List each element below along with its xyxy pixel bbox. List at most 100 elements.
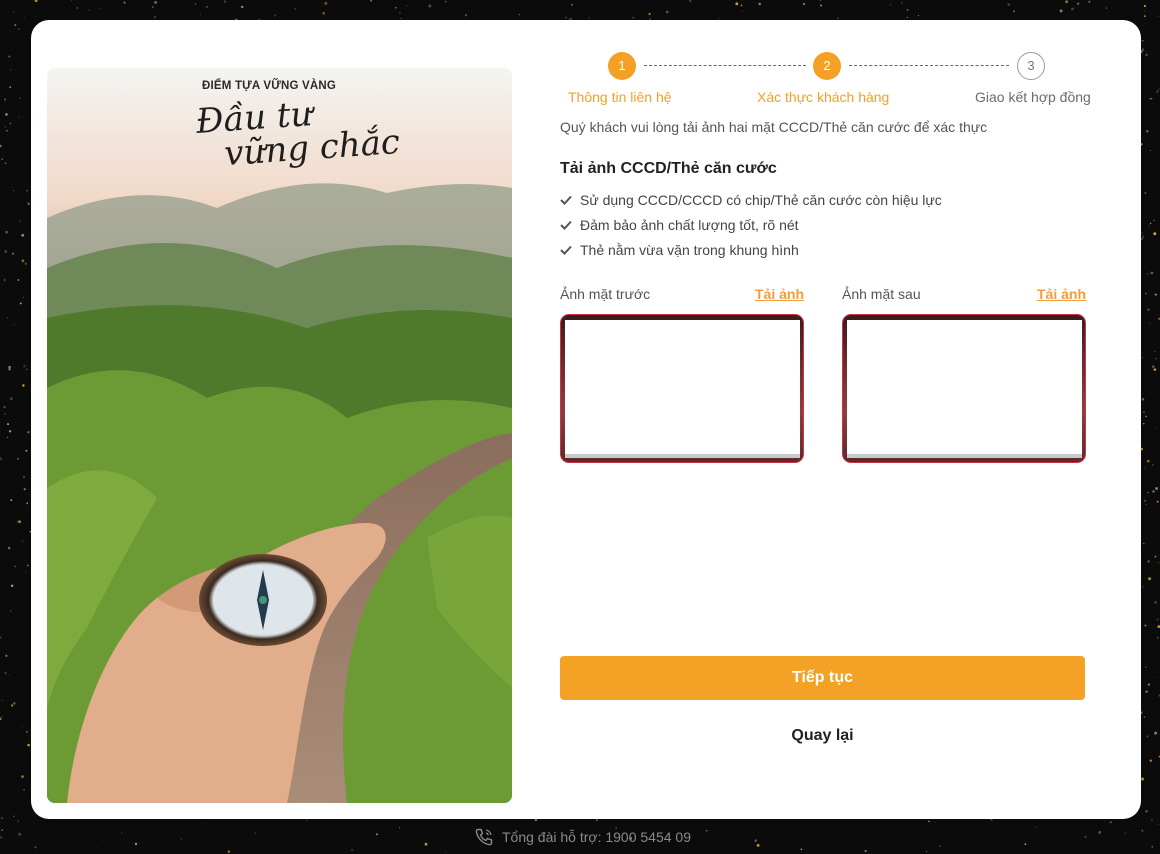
- sparkle: [0, 717, 2, 721]
- sparkle: [26, 502, 29, 505]
- sparkle: [906, 9, 909, 11]
- sparkle: [758, 2, 761, 6]
- sparkle: [6, 317, 9, 319]
- sparkle: [21, 775, 24, 778]
- requirement-text: Thẻ nằm vừa vặn trong khung hình: [580, 242, 799, 258]
- sparkle: [2, 155, 4, 157]
- sparkle: [99, 7, 101, 9]
- sparkle: [918, 14, 920, 17]
- sparkle: [4, 671, 8, 675]
- sparkle: [1152, 219, 1155, 222]
- sparkle: [26, 731, 28, 733]
- sparkle: [588, 16, 590, 19]
- sparkle: [8, 674, 10, 676]
- step-connector: [849, 65, 1009, 66]
- sparkle: [4, 98, 6, 101]
- sparkle: [1145, 292, 1147, 295]
- sparkle: [17, 279, 20, 281]
- sparkle: [1144, 15, 1146, 17]
- front-image-frame[interactable]: [560, 314, 804, 463]
- sparkle: [518, 13, 521, 16]
- sparkle: [1157, 637, 1159, 639]
- sparkle: [375, 833, 378, 836]
- sparkle: [9, 122, 12, 125]
- sparkle: [925, 850, 928, 853]
- sparkle: [565, 16, 568, 19]
- sparkle: [1143, 423, 1145, 425]
- sparkle: [1149, 97, 1152, 100]
- sparkle: [1152, 490, 1155, 493]
- sparkle: [4, 250, 8, 253]
- sparkle: [1147, 273, 1149, 275]
- sparkle: [1149, 196, 1151, 198]
- sparkle: [595, 819, 598, 822]
- sparkle: [927, 820, 930, 823]
- sparkle: [398, 827, 401, 829]
- sparkle: [13, 190, 14, 192]
- sparkle: [120, 832, 123, 834]
- list-item: Đảm bảo ảnh chất lượng tốt, rõ nét: [560, 215, 942, 240]
- sparkle: [802, 2, 806, 6]
- sparkle: [351, 848, 354, 852]
- step-1-label: Thông tin liên hệ: [568, 89, 672, 105]
- requirements-list: Sử dụng CCCD/CCCD có chip/Thẻ căn cước c…: [560, 190, 942, 265]
- sparkle: [889, 3, 892, 6]
- sparkle: [800, 848, 803, 851]
- sparkle: [445, 1, 447, 3]
- sparkle: [10, 704, 14, 707]
- sparkle: [23, 488, 26, 491]
- section-title: Tải ảnh CCCD/Thẻ căn cước: [560, 160, 777, 177]
- stepper: 1 2 3 Thông tin liên hệ Xác thực khách h…: [560, 52, 1100, 112]
- sparkle: [8, 430, 12, 433]
- sparkle: [1150, 222, 1152, 225]
- sparkle: [1146, 735, 1149, 738]
- sparkle: [1143, 4, 1147, 8]
- sparkle: [1151, 365, 1155, 369]
- sparkle: [1148, 577, 1151, 581]
- sparkle: [4, 162, 7, 165]
- sparkle: [1148, 224, 1150, 227]
- back-upload-link[interactable]: Tải ảnh: [1037, 286, 1086, 302]
- hero-kicker: ĐIỂM TỰA VỮNG VÀNG: [202, 80, 337, 92]
- step-2-label: Xác thực khách hàng: [757, 89, 890, 105]
- sparkle: [1154, 601, 1157, 604]
- sparkle: [1143, 499, 1147, 502]
- sparkle: [864, 849, 867, 853]
- back-image-frame[interactable]: [842, 314, 1086, 463]
- step-2-indicator: 2: [813, 52, 841, 80]
- sparkle: [1109, 820, 1113, 824]
- front-upload-label: Ảnh mặt trước: [560, 286, 651, 302]
- front-upload-link[interactable]: Tải ảnh: [755, 286, 804, 302]
- sparkle: [205, 822, 207, 824]
- list-item: Sử dụng CCCD/CCCD có chip/Thẻ căn cước c…: [560, 190, 942, 215]
- sparkle: [1147, 683, 1151, 686]
- sparkle: [1154, 676, 1156, 678]
- hotline-text: Tổng đài hỗ trợ: 1900 5454 09: [502, 829, 691, 845]
- sparkle: [1151, 818, 1153, 821]
- sparkle: [1143, 542, 1145, 545]
- sparkle: [1143, 716, 1146, 718]
- sparkle: [424, 842, 428, 846]
- sparkle: [1145, 666, 1147, 668]
- sparkle: [8, 365, 11, 369]
- sparkle: [1156, 618, 1159, 621]
- sparkle: [1144, 467, 1146, 469]
- sparkle: [95, 847, 97, 849]
- sparkle: [1149, 759, 1152, 762]
- sparkle: [21, 259, 25, 263]
- sparkle: [1141, 237, 1143, 240]
- sparkle: [134, 842, 138, 846]
- sparkle: [1, 829, 3, 831]
- sparkle: [34, 0, 38, 3]
- sparkle: [632, 17, 634, 19]
- sparkle: [1148, 322, 1150, 324]
- sparkle: [0, 144, 2, 148]
- sparkle: [1142, 586, 1144, 588]
- sparkle: [7, 423, 9, 426]
- sparkle: [5, 654, 8, 657]
- back-button[interactable]: Quay lại: [560, 718, 1085, 754]
- sparkle: [154, 1, 157, 4]
- sparkle: [1158, 562, 1160, 564]
- continue-button[interactable]: Tiếp tục: [560, 656, 1085, 700]
- sparkle: [6, 436, 9, 439]
